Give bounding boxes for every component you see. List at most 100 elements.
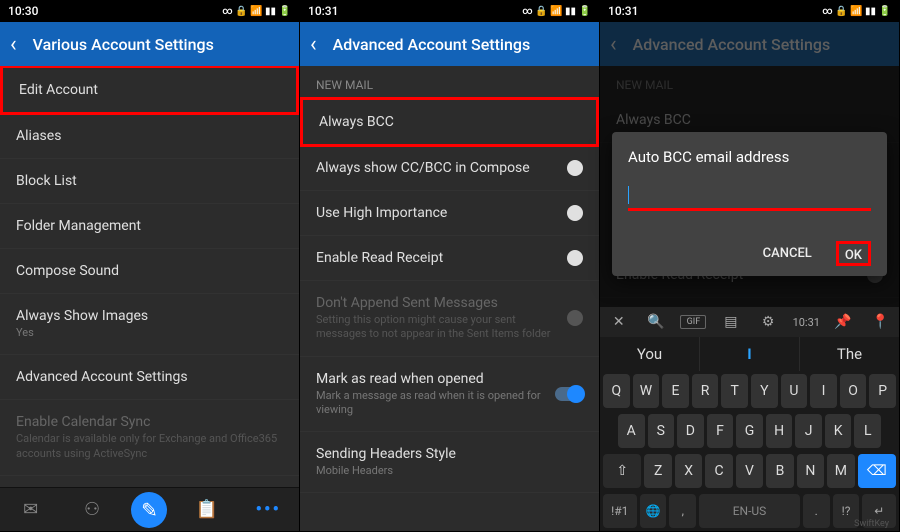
back-icon[interactable]: ‹ bbox=[310, 32, 317, 57]
switch-on-icon[interactable] bbox=[555, 387, 583, 401]
header: ‹ Various Account Settings bbox=[0, 22, 299, 66]
suggestion[interactable]: I bbox=[700, 337, 800, 371]
key[interactable]: D bbox=[677, 414, 704, 448]
symbols-key[interactable]: !#1 bbox=[603, 494, 637, 528]
nav-more-icon[interactable]: ••• bbox=[246, 488, 290, 532]
key[interactable]: G bbox=[736, 414, 763, 448]
key[interactable]: Z bbox=[644, 454, 671, 488]
shift-key[interactable]: ⇧ bbox=[603, 454, 641, 488]
item-always-show-images[interactable]: Always Show ImagesYes bbox=[0, 294, 299, 355]
screen-bcc-dialog: 10:31 ∞ 🔒 📶 ▮▮ 🔋 ‹ Advanced Account Sett… bbox=[600, 0, 900, 531]
key[interactable]: N bbox=[797, 454, 824, 488]
item-edit-account[interactable]: Edit Account bbox=[0, 66, 299, 115]
toggle-icon[interactable] bbox=[567, 160, 583, 176]
language-key[interactable]: 🌐 bbox=[640, 494, 667, 528]
page-title: Advanced Account Settings bbox=[327, 35, 589, 54]
key[interactable]: F bbox=[707, 414, 734, 448]
item-enable-calendar-sync: Enable Calendar SyncCalendar is availabl… bbox=[0, 400, 299, 476]
status-bar: 10:31 ∞ 🔒 📶 ▮▮ 🔋 bbox=[300, 0, 599, 22]
dialog-title: Auto BCC email address bbox=[628, 148, 871, 166]
item-block-list[interactable]: Block List bbox=[0, 159, 299, 204]
key[interactable]: T bbox=[721, 374, 748, 408]
period-key[interactable]: . bbox=[803, 494, 830, 528]
kb-row-2: A S D F G H J K L bbox=[600, 411, 899, 451]
suggestion-bar: You I The bbox=[600, 337, 899, 371]
key[interactable]: X bbox=[675, 454, 702, 488]
clock: 10:31 bbox=[308, 4, 338, 18]
screen-various-settings: 10:30 ∞ 🔒 📶 ▮▮ 🔋 ‹ Various Account Setti… bbox=[0, 0, 300, 531]
soft-keyboard: ✕ 🔍 GIF ▤ ⚙ 10:31 📌 📍 You I The Q W E R … bbox=[600, 307, 899, 531]
key[interactable]: J bbox=[795, 414, 822, 448]
key[interactable]: L bbox=[854, 414, 881, 448]
toggle-icon[interactable] bbox=[567, 250, 583, 266]
suggestion[interactable]: The bbox=[800, 337, 899, 371]
key[interactable]: V bbox=[736, 454, 763, 488]
nav-compose-icon[interactable]: ✎ bbox=[131, 492, 167, 528]
clock: 10:31 bbox=[608, 4, 638, 18]
kb-close-icon[interactable]: ✕ bbox=[606, 314, 632, 330]
kb-location-icon[interactable]: 📍 bbox=[867, 314, 893, 330]
key[interactable]: S bbox=[648, 414, 675, 448]
kb-translate-icon[interactable]: ▤ bbox=[718, 314, 744, 330]
nav-clipboard-icon[interactable]: 📋 bbox=[185, 488, 229, 532]
kb-row-3: ⇧ Z X C V B N M ⌫ bbox=[600, 451, 899, 491]
key[interactable]: B bbox=[766, 454, 793, 488]
status-bar: 10:31 ∞ 🔒 📶 ▮▮ 🔋 bbox=[600, 0, 899, 22]
kb-gif-icon[interactable]: GIF bbox=[680, 315, 706, 329]
item-always-bcc[interactable]: Always BCC bbox=[300, 97, 599, 147]
item-folder-management[interactable]: Folder Management bbox=[0, 204, 299, 249]
item-aliases[interactable]: Aliases bbox=[0, 114, 299, 159]
item-enable-contacts-sync: Enable Contacts SyncContacts are availab… bbox=[0, 476, 299, 487]
text-cursor bbox=[628, 186, 629, 204]
key[interactable]: M bbox=[827, 454, 854, 488]
key[interactable]: O bbox=[840, 374, 867, 408]
suggestion[interactable]: You bbox=[600, 337, 700, 371]
nav-people-icon[interactable]: ⚇ bbox=[70, 488, 114, 532]
space-key[interactable]: EN-US bbox=[699, 494, 800, 528]
item-high-importance[interactable]: Use High Importance bbox=[300, 191, 599, 236]
kb-search-icon[interactable]: 🔍 bbox=[643, 314, 669, 330]
kb-settings-icon[interactable]: ⚙ bbox=[755, 314, 781, 330]
key[interactable]: W bbox=[633, 374, 660, 408]
key[interactable]: E bbox=[662, 374, 689, 408]
item-dont-append-sent: Don't Append Sent MessagesSetting this o… bbox=[300, 281, 599, 357]
key[interactable]: P bbox=[869, 374, 896, 408]
ok-button[interactable]: OK bbox=[839, 244, 868, 267]
key[interactable]: C bbox=[705, 454, 732, 488]
item-show-cc-bcc[interactable]: Always show CC/BCC in Compose bbox=[300, 146, 599, 191]
key[interactable]: Y bbox=[751, 374, 778, 408]
kb-pin-icon[interactable]: 📌 bbox=[830, 314, 856, 330]
ok-button-highlight: OK bbox=[836, 241, 871, 266]
key[interactable]: I bbox=[810, 374, 837, 408]
key[interactable]: A bbox=[618, 414, 645, 448]
keyboard-toolbar: ✕ 🔍 GIF ▤ ⚙ 10:31 📌 📍 bbox=[600, 307, 899, 337]
auto-bcc-dialog: Auto BCC email address CANCEL OK bbox=[612, 132, 887, 276]
section-new-mail: NEW MAIL bbox=[300, 66, 599, 98]
key[interactable]: H bbox=[766, 414, 793, 448]
toggle-icon[interactable] bbox=[567, 205, 583, 221]
backspace-key[interactable]: ⌫ bbox=[858, 454, 896, 488]
status-icons: ∞ 🔒 📶 ▮▮ 🔋 bbox=[522, 6, 591, 17]
bcc-email-input[interactable] bbox=[628, 187, 871, 211]
key[interactable]: U bbox=[781, 374, 808, 408]
settings-list: NEW MAIL Always BCC Always show CC/BCC i… bbox=[300, 66, 599, 531]
cancel-button[interactable]: CANCEL bbox=[757, 242, 818, 265]
key[interactable]: R bbox=[692, 374, 719, 408]
item-read-receipt[interactable]: Enable Read Receipt bbox=[300, 236, 599, 281]
settings-list: Edit Account Aliases Block List Folder M… bbox=[0, 66, 299, 487]
nav-mail-icon[interactable]: ✉ bbox=[9, 488, 53, 532]
key[interactable]: Q bbox=[603, 374, 630, 408]
toggle-icon bbox=[567, 310, 583, 326]
status-icons: ∞ 🔒 📶 ▮▮ 🔋 bbox=[822, 6, 891, 17]
back-icon[interactable]: ‹ bbox=[10, 32, 17, 57]
status-bar: 10:30 ∞ 🔒 📶 ▮▮ 🔋 bbox=[0, 0, 299, 22]
item-mark-read-opened[interactable]: Mark as read when openedMark a message a… bbox=[300, 357, 599, 433]
item-advanced-account-settings[interactable]: Advanced Account Settings bbox=[0, 355, 299, 400]
key[interactable]: K bbox=[825, 414, 852, 448]
clock: 10:30 bbox=[8, 4, 38, 18]
comma-key[interactable]: , bbox=[669, 494, 696, 528]
item-compose-sound[interactable]: Compose Sound bbox=[0, 249, 299, 294]
keyboard-brand: SwiftKey bbox=[854, 519, 895, 529]
kb-time: 10:31 bbox=[793, 316, 819, 329]
item-sending-headers[interactable]: Sending Headers StyleMobile Headers bbox=[300, 432, 599, 493]
